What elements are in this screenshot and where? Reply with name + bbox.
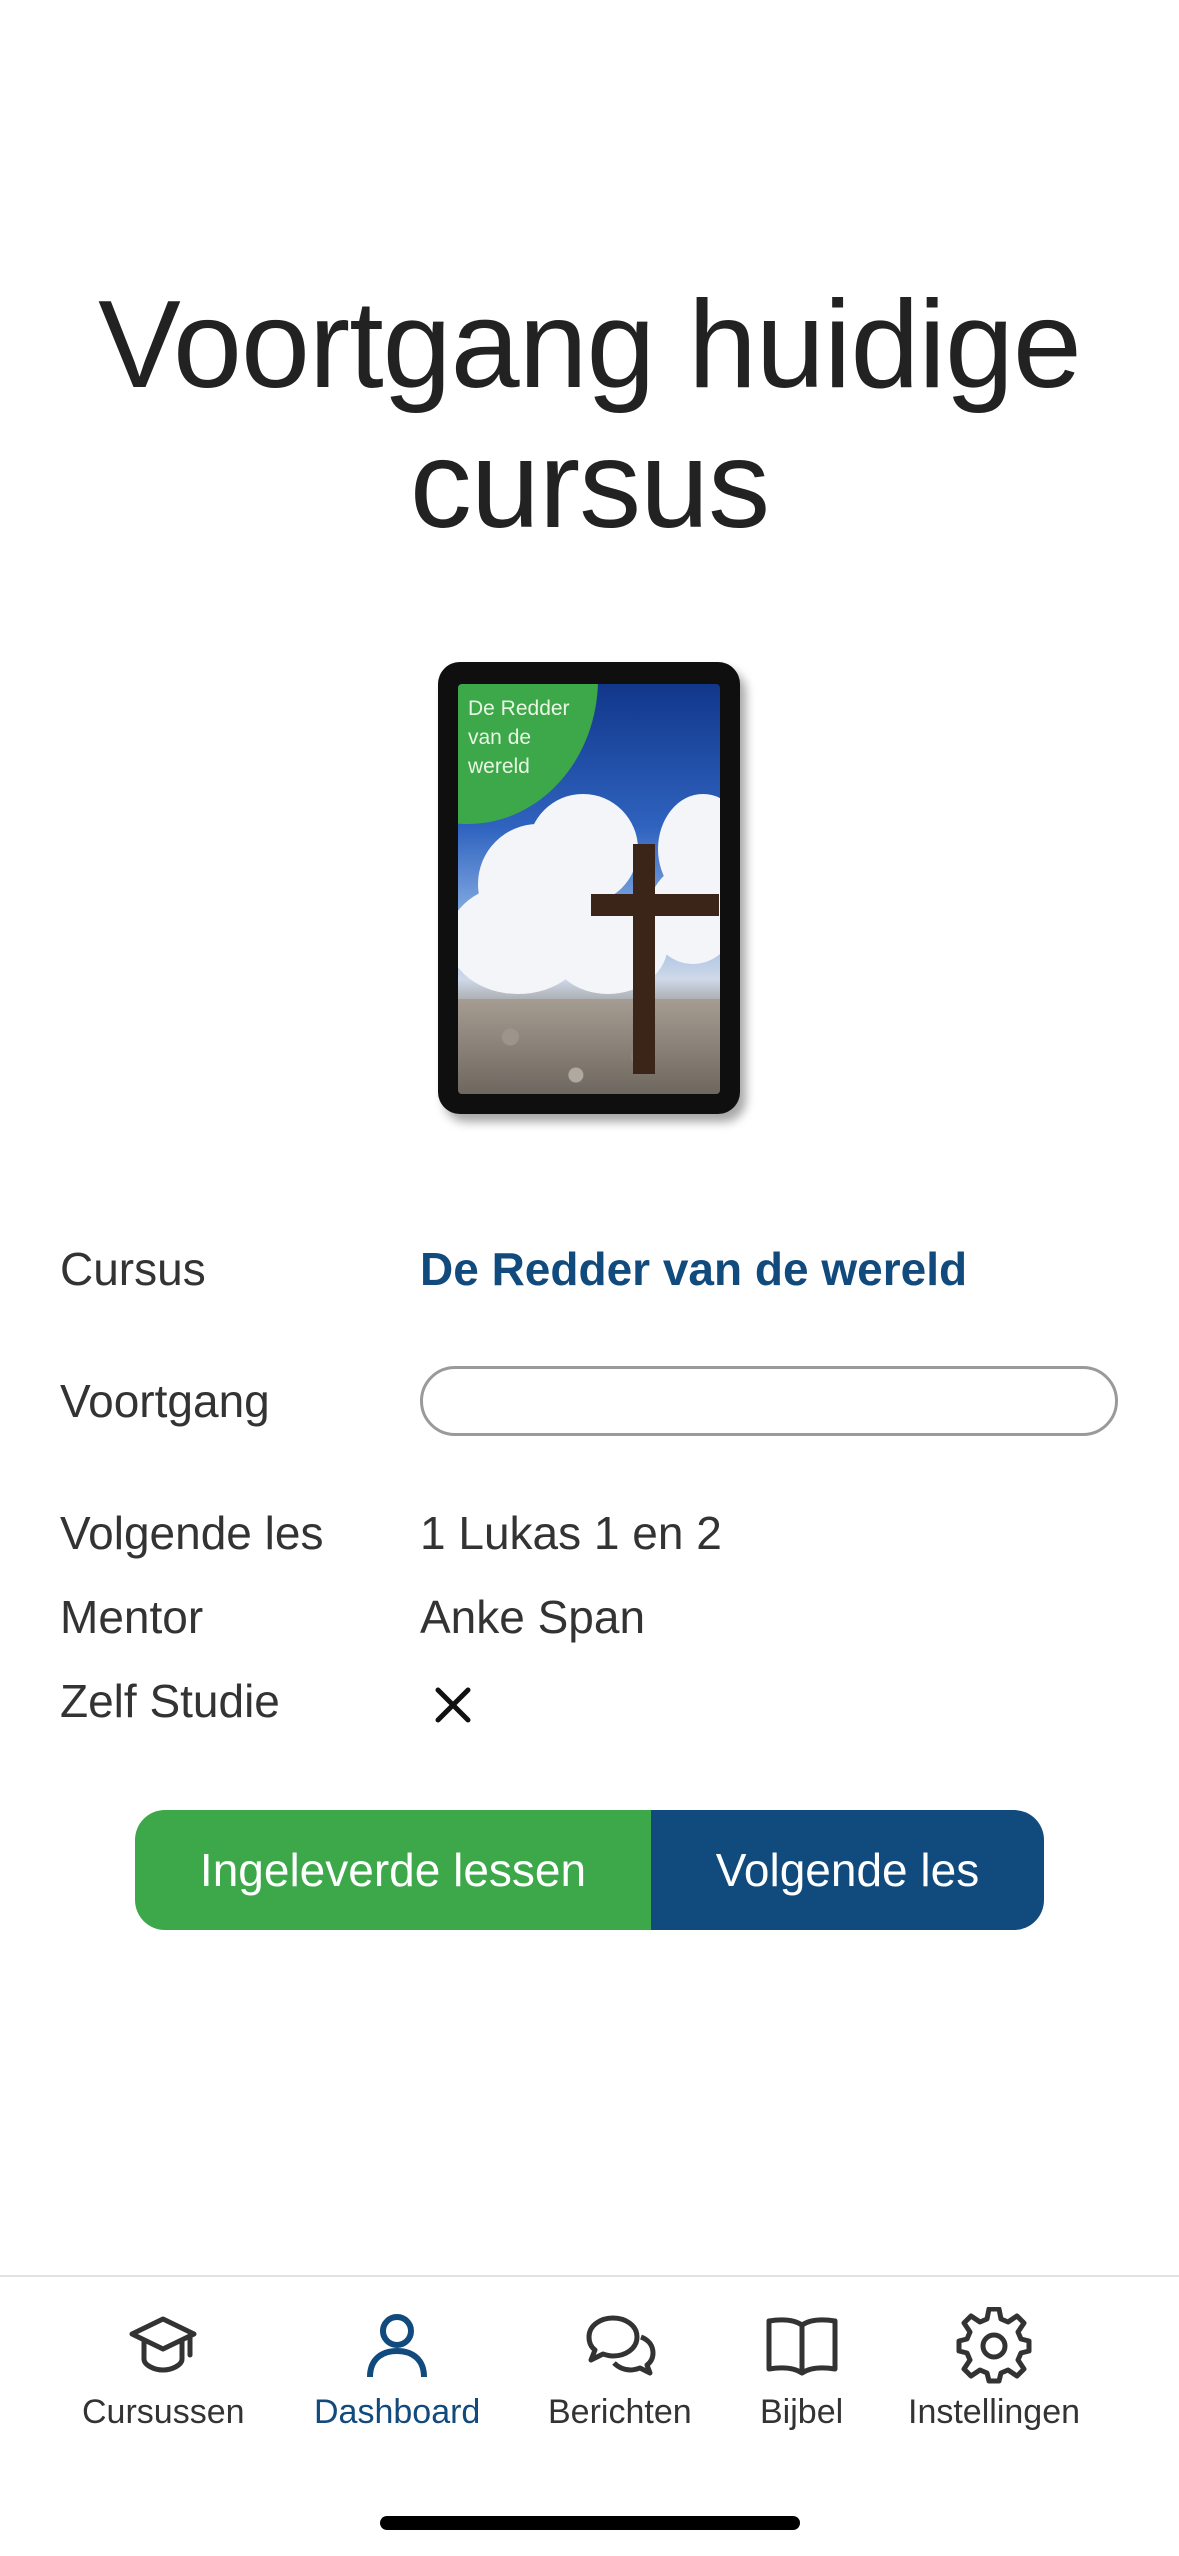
cover-title-text: De Redder van de wereld	[468, 697, 570, 778]
tab-instellingen[interactable]: Instellingen	[908, 2307, 1080, 2432]
gear-icon	[956, 2307, 1032, 2384]
tab-berichten[interactable]: Berichten	[548, 2307, 692, 2432]
course-name-link[interactable]: De Redder van de wereld	[420, 1242, 967, 1296]
home-indicator	[380, 2516, 800, 2530]
course-cover-image: De Redder van de wereld	[438, 662, 740, 1114]
user-icon	[367, 2314, 428, 2378]
course-label: Cursus	[60, 1243, 206, 1295]
tab-label: Bijbel	[760, 2393, 844, 2431]
tab-dashboard[interactable]: Dashboard	[314, 2307, 480, 2432]
tab-cursussen[interactable]: Cursussen	[82, 2307, 245, 2432]
progress-label: Voortgang	[60, 1375, 270, 1427]
next-lesson-value: 1 Lukas 1 en 2	[420, 1507, 722, 1559]
dashboard-screen: Voortgang huidige cursus De Redder van d…	[0, 0, 1179, 2556]
book-icon	[766, 2317, 838, 2376]
tab-label: Berichten	[548, 2393, 692, 2431]
next-lesson-label: Volgende les	[60, 1507, 324, 1559]
page-title: Voortgang huidige cursus	[98, 276, 1082, 554]
tab-label: Cursussen	[82, 2393, 245, 2431]
graduation-cap-icon	[129, 2316, 197, 2373]
bottom-tab-bar: Cursussen Dashboard Berichten Bijbel Ins…	[0, 2275, 1179, 2556]
tab-label: Instellingen	[908, 2393, 1081, 2431]
chat-bubbles-icon	[586, 2315, 656, 2376]
progress-bar	[420, 1366, 1118, 1436]
tab-bijbel[interactable]: Bijbel	[760, 2307, 843, 2432]
submitted-lessons-button[interactable]: Ingeleverde lessen	[135, 1810, 651, 1930]
self-study-label: Zelf Studie	[60, 1675, 280, 1727]
x-icon	[435, 1687, 471, 1723]
mentor-value: Anke Span	[420, 1591, 646, 1643]
cover-screen: De Redder van de wereld	[458, 684, 720, 1094]
next-lesson-button[interactable]: Volgende les	[651, 1810, 1044, 1930]
mentor-label: Mentor	[60, 1591, 204, 1643]
tab-label: Dashboard	[314, 2393, 481, 2431]
